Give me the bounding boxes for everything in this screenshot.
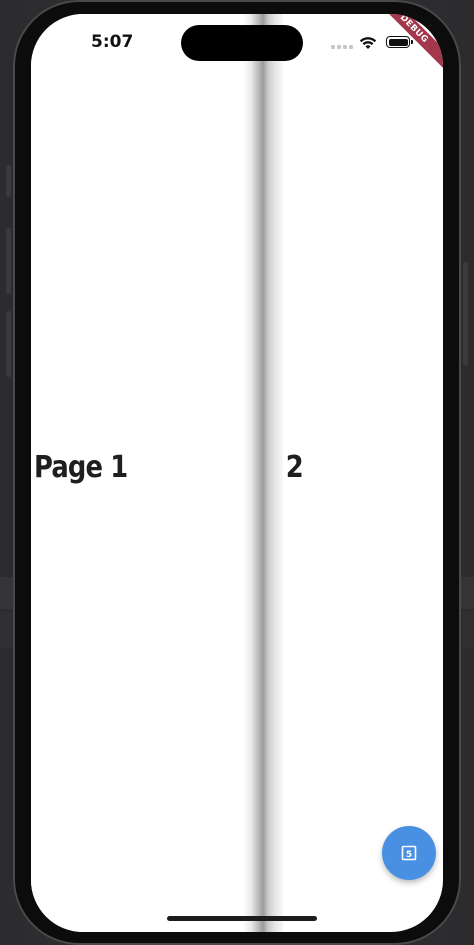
page-number-icon: 5 [401, 845, 417, 861]
status-time: 5:07 [91, 32, 134, 52]
page-1-label: Page 1 [34, 450, 128, 485]
home-indicator[interactable] [167, 916, 317, 921]
battery-icon [386, 36, 413, 48]
page-1[interactable]: Page 1 [31, 14, 248, 932]
phone-frame: Page 1 e 2 5:07 DEBUG [13, 0, 461, 945]
device-stage: Page 1 e 2 5:07 DEBUG [0, 0, 474, 945]
mute-switch [6, 165, 11, 197]
page-curl-fold[interactable] [243, 14, 283, 932]
page-fab-button[interactable]: 5 [382, 826, 436, 880]
signal-dots-icon [331, 45, 353, 49]
volume-down-button [6, 311, 11, 377]
phone-screen: Page 1 e 2 5:07 DEBUG [31, 14, 443, 932]
volume-up-button [6, 228, 11, 294]
fab-icon-number: 5 [406, 850, 412, 860]
wifi-icon [359, 35, 377, 54]
page-2[interactable]: e 2 [263, 14, 443, 932]
dynamic-island [181, 25, 303, 61]
power-button [463, 262, 468, 366]
